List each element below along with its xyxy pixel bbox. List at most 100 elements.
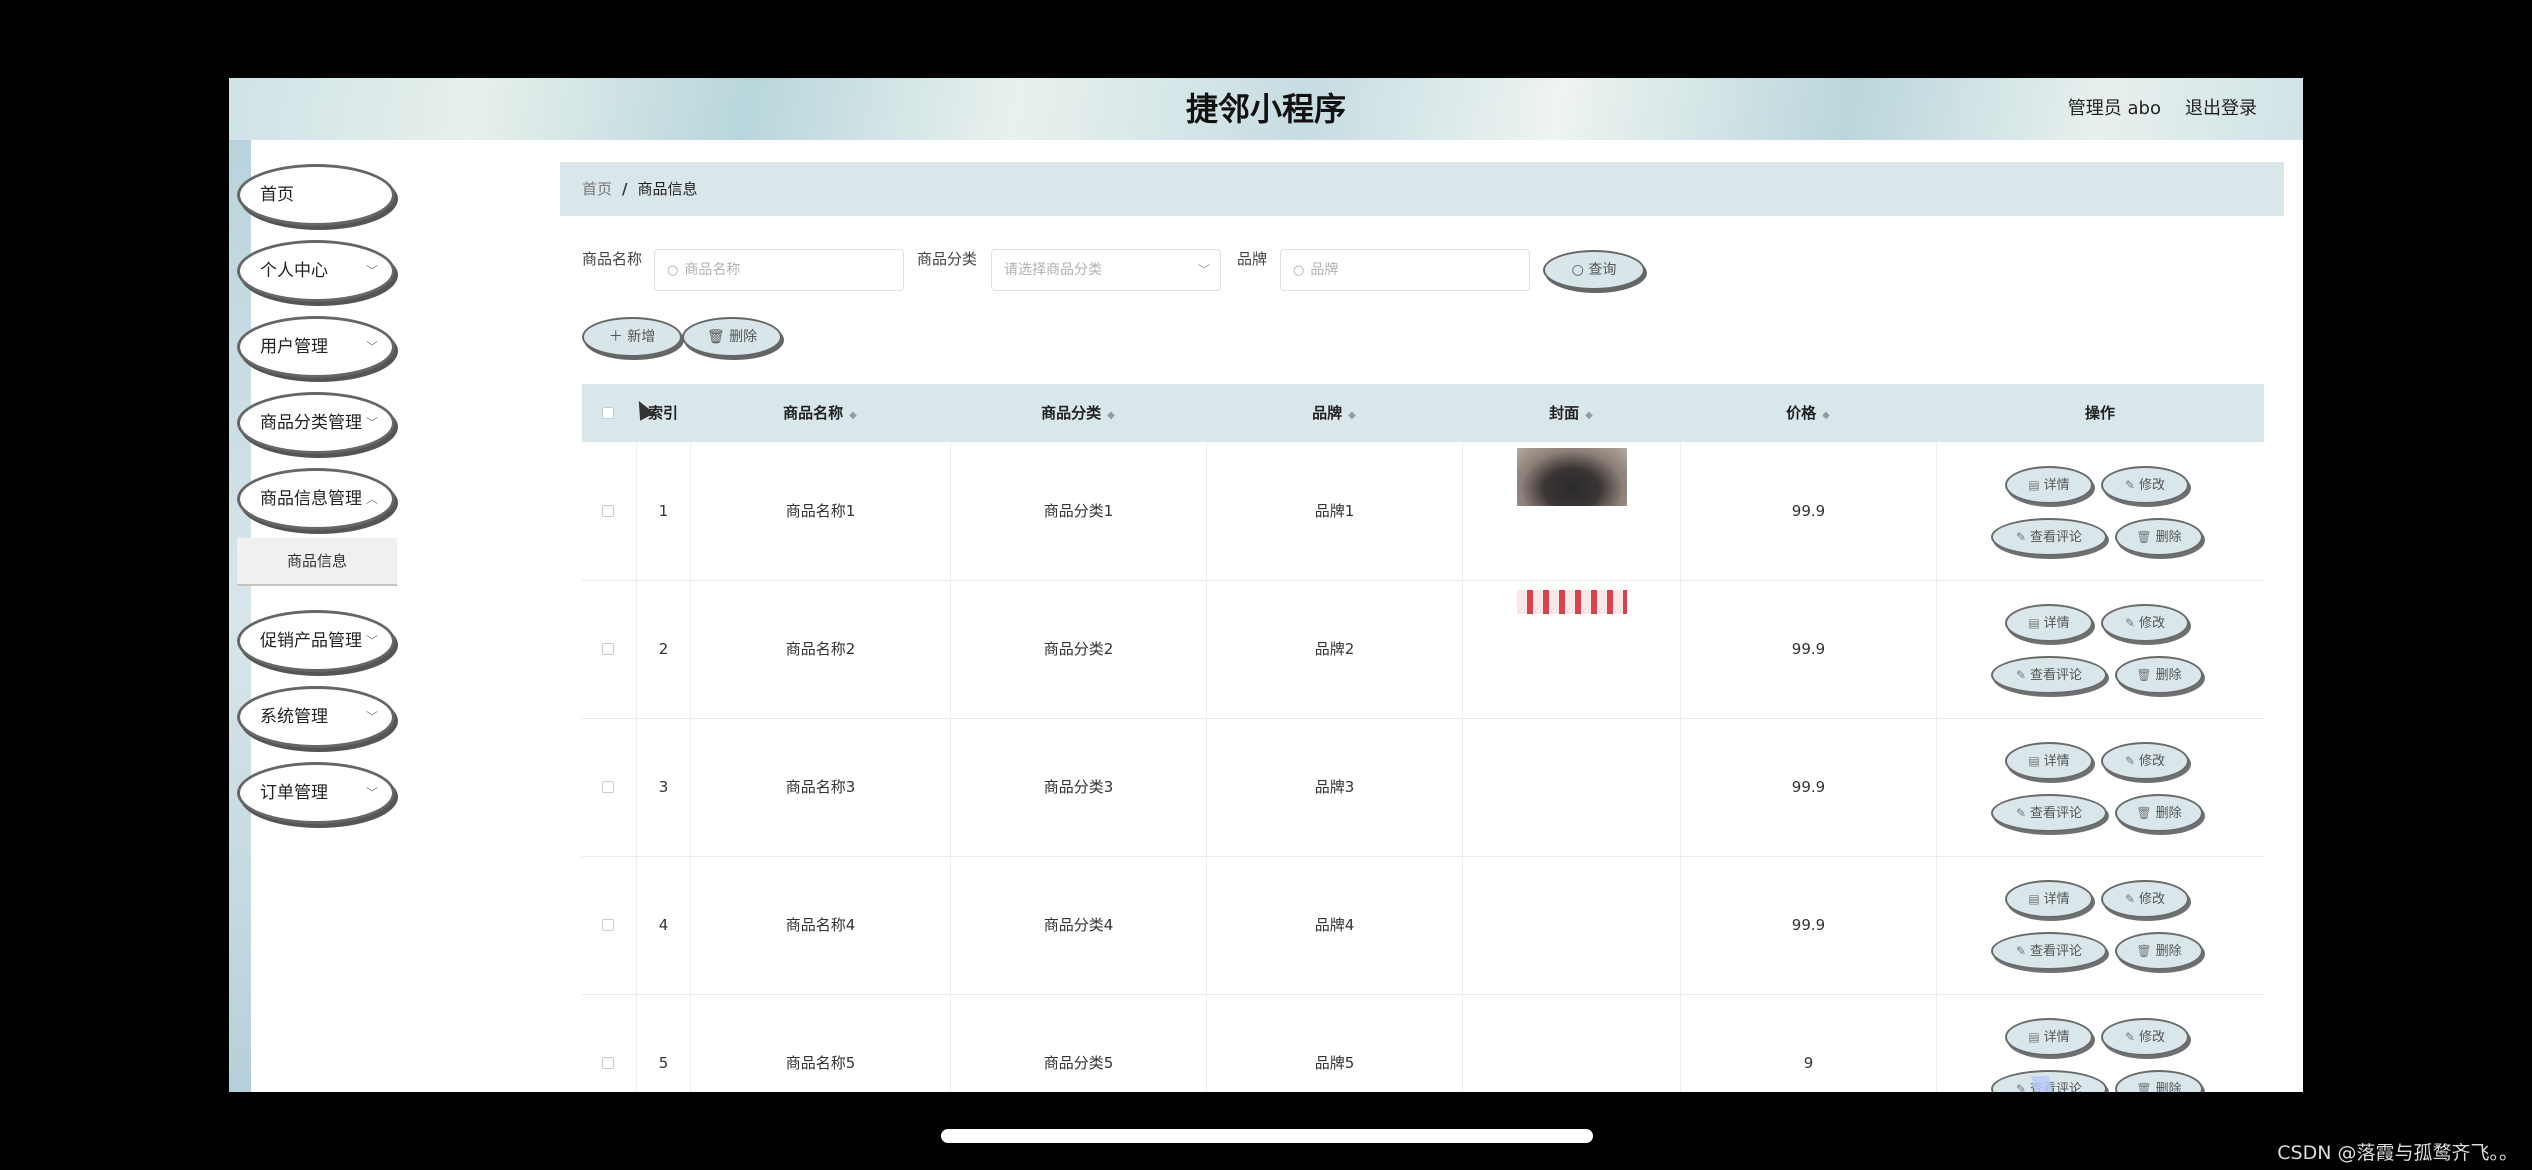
cell-product-category: 商品分类1: [950, 442, 1206, 580]
menu-item-personal-center[interactable]: 个人中心 ﹀: [237, 240, 395, 302]
row-checkbox[interactable]: [602, 919, 614, 931]
cell-brand: 品牌5: [1206, 994, 1462, 1092]
table-row: 3 商品名称3 商品分类3 品牌3 99.9 ▤ 详情 ✎ 修改 ✎ 查看评论 🗑 删除: [582, 718, 2264, 857]
menu-item-label: 商品分类管理: [260, 413, 362, 433]
chevron-down-icon: ﹀: [365, 264, 378, 278]
delete-button[interactable]: 🗑 删除: [2115, 1070, 2203, 1092]
pencil-icon: ✎: [2015, 806, 2027, 820]
cell-price: 9: [1680, 994, 1936, 1092]
trash-icon: 🗑: [2136, 668, 2152, 682]
menu-item-home[interactable]: 首页: [237, 164, 395, 226]
document-icon: ▤: [2028, 754, 2040, 768]
pencil-icon: ✎: [2015, 668, 2027, 682]
edit-button[interactable]: ✎ 修改: [2101, 604, 2189, 642]
current-user: 管理员 abo: [2067, 98, 2161, 119]
sidebar-menu: 首页 个人中心 ﹀ 用户管理 ﹀ 商品分类管理 ﹀ 商品信息管理 ︿ 商品信息 …: [237, 164, 407, 838]
table-row: 4 商品名称4 商品分类4 品牌4 99.9 ▤ 详情 ✎ 修改 ✎ 查看评论 🗑 删除: [582, 856, 2264, 995]
category-placeholder: 请选择商品分类: [1004, 262, 1102, 278]
trash-icon: 🗑: [2136, 530, 2152, 544]
chevron-up-icon: ︿: [365, 492, 378, 506]
view-comments-button[interactable]: ✎ 查看评论: [1991, 656, 2107, 694]
view-comments-button[interactable]: ✎ 查看评论: [1991, 518, 2107, 556]
action-label: 删除: [2155, 944, 2182, 959]
column-header-label: 操作: [2084, 404, 2115, 422]
brand-input[interactable]: ○ 品牌: [1280, 249, 1530, 291]
product-name-input[interactable]: ○ 商品名称: [654, 249, 904, 291]
column-header-label: 商品名称: [783, 404, 844, 422]
action-label: 修改: [2139, 478, 2166, 493]
cell-index: 5: [636, 994, 690, 1092]
app-window: 捷邻小程序 管理员 abo 退出登录 首页 个人中心 ﹀ 用户管理 ﹀ 商品分类…: [229, 78, 2303, 1092]
add-button[interactable]: ＋ 新增: [582, 317, 682, 357]
submenu-item-product-info[interactable]: 商品信息: [237, 538, 397, 586]
edit-button[interactable]: ✎ 修改: [2101, 466, 2189, 504]
action-label: 查看评论: [2030, 668, 2083, 683]
column-header-cover[interactable]: 封面 ◆: [1462, 384, 1680, 442]
view-comments-button[interactable]: ✎ 查看评论: [1991, 794, 2107, 832]
delete-button[interactable]: 🗑 删除: [2115, 518, 2203, 556]
detail-button[interactable]: ▤ 详情: [2005, 466, 2093, 504]
menu-item-user-management[interactable]: 用户管理 ﹀: [237, 316, 395, 378]
column-header-brand[interactable]: 品牌 ◆: [1206, 384, 1462, 442]
column-header-actions: 操作: [1936, 384, 2264, 442]
column-header-label: 封面: [1549, 404, 1580, 422]
sort-icon: ◆: [1822, 410, 1830, 421]
row-checkbox[interactable]: [602, 505, 614, 517]
menu-item-promotion-management[interactable]: 促销产品管理 ﹀: [237, 610, 395, 672]
delete-button[interactable]: 🗑 删除: [2115, 932, 2203, 970]
category-select[interactable]: 请选择商品分类 ﹀: [991, 249, 1221, 291]
home-indicator[interactable]: [941, 1129, 1593, 1143]
menu-item-system-management[interactable]: 系统管理 ﹀: [237, 686, 395, 748]
row-checkbox[interactable]: [602, 643, 614, 655]
document-icon: ▤: [2028, 1030, 2040, 1044]
pencil-icon: ✎: [2015, 1082, 2027, 1092]
detail-button[interactable]: ▤ 详情: [2005, 604, 2093, 642]
view-comments-button[interactable]: ✎ 查看评论: [1991, 932, 2107, 970]
batch-delete-button[interactable]: 🗑 删除: [682, 317, 782, 357]
detail-button[interactable]: ▤ 详情: [2005, 880, 2093, 918]
column-header-name[interactable]: 商品名称 ◆: [690, 384, 950, 442]
edit-button[interactable]: ✎ 修改: [2101, 880, 2189, 918]
product-name-label: 商品名称: [582, 250, 643, 268]
sort-icon: ◆: [1348, 410, 1356, 421]
cell-product-name: 商品名称1: [690, 442, 950, 580]
cell-index: 3: [636, 718, 690, 856]
menu-item-label: 商品信息管理: [260, 489, 362, 509]
edit-button[interactable]: ✎ 修改: [2101, 742, 2189, 780]
brand-placeholder: 品牌: [1310, 262, 1339, 278]
cell-product-category: 商品分类3: [950, 718, 1206, 856]
cell-product-category: 商品分类4: [950, 856, 1206, 994]
menu-item-category-management[interactable]: 商品分类管理 ﹀: [237, 392, 395, 454]
cell-cover: [1462, 580, 1680, 718]
search-button[interactable]: ○ 查询: [1543, 250, 1645, 290]
cell-actions: ▤ 详情 ✎ 修改 ✎ 查看评论 🗑 删除: [1936, 994, 2264, 1092]
menu-item-product-management[interactable]: 商品信息管理 ︿: [237, 468, 395, 530]
column-header-category[interactable]: 商品分类 ◆: [950, 384, 1206, 442]
row-checkbox[interactable]: [602, 1057, 614, 1069]
edit-button[interactable]: ✎ 修改: [2101, 1018, 2189, 1056]
delete-button[interactable]: 🗑 删除: [2115, 794, 2203, 832]
menu-item-label: 促销产品管理: [260, 631, 362, 651]
cell-product-name: 商品名称2: [690, 580, 950, 718]
cell-cover: [1462, 718, 1680, 856]
action-label: 修改: [2139, 616, 2166, 631]
cell-cover: [1462, 442, 1680, 580]
menu-item-order-management[interactable]: 订单管理 ﹀: [237, 762, 395, 824]
column-header-price[interactable]: 价格 ◆: [1680, 384, 1936, 442]
row-checkbox[interactable]: [602, 781, 614, 793]
column-header-label: 价格: [1786, 404, 1817, 422]
chevron-down-icon: ﹀: [365, 710, 378, 724]
sort-icon: ◆: [1107, 410, 1115, 421]
delete-button-label: 删除: [729, 329, 758, 345]
select-all-checkbox[interactable]: [602, 407, 614, 419]
logout-link[interactable]: 退出登录: [2185, 78, 2257, 140]
delete-button[interactable]: 🗑 删除: [2115, 656, 2203, 694]
document-icon: ▤: [2028, 892, 2040, 906]
chevron-down-icon: ﹀: [365, 340, 378, 354]
detail-button[interactable]: ▤ 详情: [2005, 1018, 2093, 1056]
watermark-text: CSDN @落霞与孤鹜齐飞。。: [2277, 1142, 2518, 1164]
pencil-icon: ✎: [2124, 478, 2136, 492]
cell-price: 99.9: [1680, 580, 1936, 718]
breadcrumb-home[interactable]: 首页: [582, 180, 612, 198]
detail-button[interactable]: ▤ 详情: [2005, 742, 2093, 780]
